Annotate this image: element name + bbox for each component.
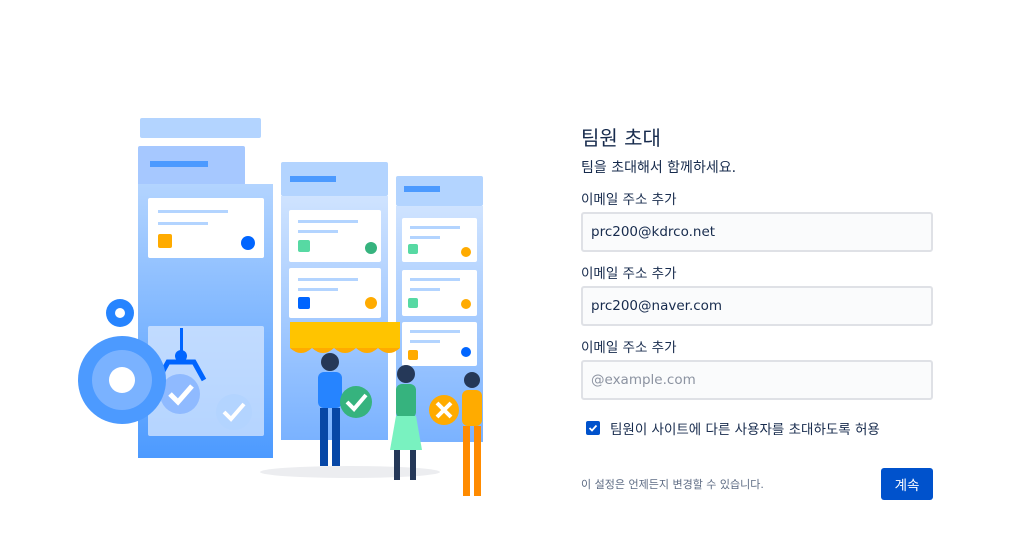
allow-invite-option[interactable]: 팀원이 사이트에 다른 사용자를 초대하도록 허용	[586, 418, 933, 438]
page-title: 팀원 초대	[581, 126, 661, 150]
team-board-illustration	[78, 118, 483, 496]
email-field-group-1: 이메일 주소 추가	[581, 190, 933, 252]
email-field-2[interactable]	[581, 286, 933, 326]
form-footer: 이 설정은 언제든지 변경할 수 있습니다. 계속	[581, 468, 933, 500]
settings-note: 이 설정은 언제든지 변경할 수 있습니다.	[581, 478, 764, 491]
email-field-3[interactable]	[581, 360, 933, 400]
allow-invite-label: 팀원이 사이트에 다른 사용자를 초대하도록 허용	[610, 422, 880, 438]
allow-invite-checkbox[interactable]	[586, 421, 600, 435]
continue-button[interactable]: 계속	[881, 468, 933, 500]
email-field-label: 이메일 주소 추가	[581, 192, 677, 208]
email-field-group-2: 이메일 주소 추가	[581, 264, 933, 326]
email-field-1[interactable]	[581, 212, 933, 252]
page-subtitle: 팀을 초대해서 함께하세요.	[581, 160, 737, 176]
checkmark-icon	[588, 424, 598, 432]
email-field-label: 이메일 주소 추가	[581, 340, 677, 356]
invite-teammates-page: 팀원 초대 팀을 초대해서 함께하세요. 이메일 주소 추가 이메일 주소 추가…	[0, 0, 1033, 560]
email-field-group-3: 이메일 주소 추가	[581, 338, 933, 400]
email-field-label: 이메일 주소 추가	[581, 266, 677, 282]
invite-form: 팀원 초대 팀을 초대해서 함께하세요. 이메일 주소 추가 이메일 주소 추가…	[581, 122, 933, 500]
